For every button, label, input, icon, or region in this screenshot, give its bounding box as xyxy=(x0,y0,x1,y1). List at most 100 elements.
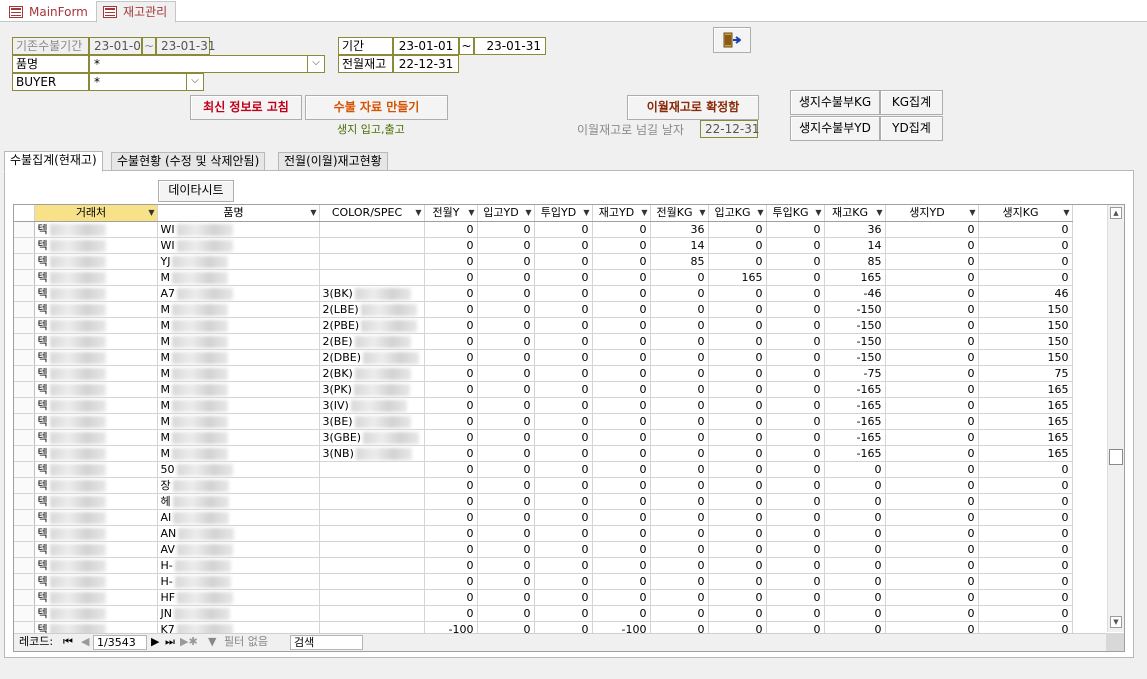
table-cell[interactable]: 0 xyxy=(534,237,593,254)
column-filter-dropdown-icon[interactable]: ▼ xyxy=(583,205,589,220)
table-cell[interactable]: YJ xyxy=(157,253,320,270)
table-cell[interactable]: 0 xyxy=(534,589,593,606)
row-selector[interactable] xyxy=(14,285,35,302)
table-cell[interactable]: M xyxy=(157,413,320,430)
table-cell[interactable]: 0 xyxy=(978,253,1073,270)
filter-funnel-icon[interactable]: ▼ xyxy=(208,635,216,650)
column-filter-dropdown-icon[interactable]: ▼ xyxy=(468,205,474,220)
table-cell[interactable]: 0 xyxy=(766,541,825,558)
table-row[interactable]: 텍 M 3(NB) 0 0 0 0 0 0 0 -165 0 165 xyxy=(14,445,1073,462)
table-cell[interactable]: 텍 xyxy=(34,317,158,334)
table-cell[interactable]: 텍 xyxy=(34,525,158,542)
table-cell[interactable]: 0 xyxy=(534,605,593,622)
table-cell[interactable]: 0 xyxy=(766,349,825,366)
table-cell[interactable]: JN xyxy=(157,605,320,622)
column-filter-dropdown-icon[interactable]: ▼ xyxy=(415,205,421,220)
table-row[interactable]: 텍 H- 0 0 0 0 0 0 0 0 0 0 xyxy=(14,573,1073,590)
column-filter-dropdown-icon[interactable]: ▼ xyxy=(148,205,154,220)
table-cell[interactable]: 0 xyxy=(766,333,825,350)
table-cell[interactable]: -150 xyxy=(824,301,886,318)
table-cell[interactable]: 0 xyxy=(592,381,651,398)
table-cell[interactable]: 텍 xyxy=(34,269,158,286)
table-cell[interactable]: 0 xyxy=(885,525,979,542)
table-row[interactable]: 텍 장 0 0 0 0 0 0 0 0 0 0 xyxy=(14,477,1073,494)
table-cell[interactable]: 0 xyxy=(477,381,535,398)
table-cell[interactable]: 0 xyxy=(424,413,478,430)
table-cell[interactable]: 텍 xyxy=(34,381,158,398)
table-cell[interactable]: 0 xyxy=(592,413,651,430)
column-filter-dropdown-icon[interactable]: ▼ xyxy=(525,205,531,220)
table-cell[interactable]: AV xyxy=(157,541,320,558)
table-cell[interactable]: 0 xyxy=(534,317,593,334)
chevron-down-icon[interactable]: ⌵ xyxy=(186,74,203,90)
table-cell[interactable]: 0 xyxy=(650,429,709,446)
table-cell[interactable]: 0 xyxy=(708,541,767,558)
table-cell[interactable]: 0 xyxy=(708,461,767,478)
carry-over-button[interactable]: 이월재고로 확정함 xyxy=(627,95,759,120)
row-selector[interactable] xyxy=(14,429,35,446)
table-row[interactable]: 텍 헤 0 0 0 0 0 0 0 0 0 0 xyxy=(14,493,1073,510)
table-cell[interactable]: 0 xyxy=(534,445,593,462)
table-cell[interactable]: 텍 xyxy=(34,605,158,622)
column-filter-dropdown-icon[interactable]: ▼ xyxy=(815,205,821,220)
table-cell[interactable]: 0 xyxy=(766,381,825,398)
table-cell[interactable]: 36 xyxy=(824,221,886,238)
table-cell[interactable]: 텍 xyxy=(34,349,158,366)
table-cell[interactable]: WI xyxy=(157,237,320,254)
row-selector[interactable] xyxy=(14,333,35,350)
table-cell[interactable]: 0 xyxy=(650,525,709,542)
table-cell[interactable]: 0 xyxy=(650,317,709,334)
table-cell[interactable]: 0 xyxy=(477,317,535,334)
table-cell[interactable]: 0 xyxy=(885,365,979,382)
table-cell[interactable]: 0 xyxy=(766,365,825,382)
table-cell[interactable]: 0 xyxy=(650,397,709,414)
table-cell[interactable]: 0 xyxy=(424,461,478,478)
table-cell[interactable]: 0 xyxy=(885,237,979,254)
table-cell[interactable]: 3(GBE) xyxy=(319,429,425,446)
table-cell[interactable]: 0 xyxy=(424,445,478,462)
table-cell[interactable]: 0 xyxy=(885,429,979,446)
table-cell[interactable]: 0 xyxy=(885,493,979,510)
table-cell[interactable]: 0 xyxy=(766,557,825,574)
table-cell[interactable] xyxy=(319,477,425,494)
table-cell[interactable]: 0 xyxy=(766,477,825,494)
table-cell[interactable]: 3(BK) xyxy=(319,285,425,302)
table-cell[interactable]: 0 xyxy=(592,541,651,558)
table-cell[interactable]: 0 xyxy=(477,509,535,526)
table-cell[interactable] xyxy=(319,509,425,526)
table-cell[interactable]: 0 xyxy=(592,525,651,542)
table-cell[interactable]: 0 xyxy=(534,525,593,542)
table-cell[interactable]: 0 xyxy=(978,509,1073,526)
table-cell[interactable]: 텍 xyxy=(34,493,158,510)
table-cell[interactable]: HF xyxy=(157,589,320,606)
table-cell[interactable]: 0 xyxy=(534,493,593,510)
table-cell[interactable]: 0 xyxy=(978,541,1073,558)
table-row[interactable]: 텍 WI 0 0 0 0 36 0 0 36 0 0 xyxy=(14,221,1073,238)
table-cell[interactable]: 텍 xyxy=(34,397,158,414)
table-cell[interactable]: 텍 xyxy=(34,477,158,494)
table-cell[interactable]: 0 xyxy=(534,573,593,590)
column-header[interactable]: 생지YD ▼ xyxy=(885,205,979,222)
column-header[interactable]: 재고YD ▼ xyxy=(592,205,651,222)
table-cell[interactable]: 165 xyxy=(824,269,886,286)
table-cell[interactable]: 0 xyxy=(885,461,979,478)
table-cell[interactable] xyxy=(319,269,425,286)
exit-button[interactable] xyxy=(713,27,751,53)
table-cell[interactable]: 0 xyxy=(885,333,979,350)
table-cell[interactable]: 0 xyxy=(592,605,651,622)
table-cell[interactable] xyxy=(319,221,425,238)
row-selector[interactable] xyxy=(14,397,35,414)
table-cell[interactable] xyxy=(319,237,425,254)
table-cell[interactable]: 0 xyxy=(824,573,886,590)
tab-ledger-status[interactable]: 수불현황 (수정 및 삭제안됨) xyxy=(111,152,266,171)
row-selector[interactable] xyxy=(14,477,35,494)
table-cell[interactable]: 0 xyxy=(477,237,535,254)
table-cell[interactable]: 0 xyxy=(885,573,979,590)
table-cell[interactable]: 0 xyxy=(766,509,825,526)
table-cell[interactable]: 0 xyxy=(534,413,593,430)
table-cell[interactable]: 0 xyxy=(592,477,651,494)
scroll-down-icon[interactable]: ▼ xyxy=(1110,616,1122,628)
table-row[interactable]: 텍 M 2(BE) 0 0 0 0 0 0 0 -150 0 150 xyxy=(14,333,1073,350)
table-cell[interactable]: 3(PK) xyxy=(319,381,425,398)
table-cell[interactable]: 0 xyxy=(824,493,886,510)
